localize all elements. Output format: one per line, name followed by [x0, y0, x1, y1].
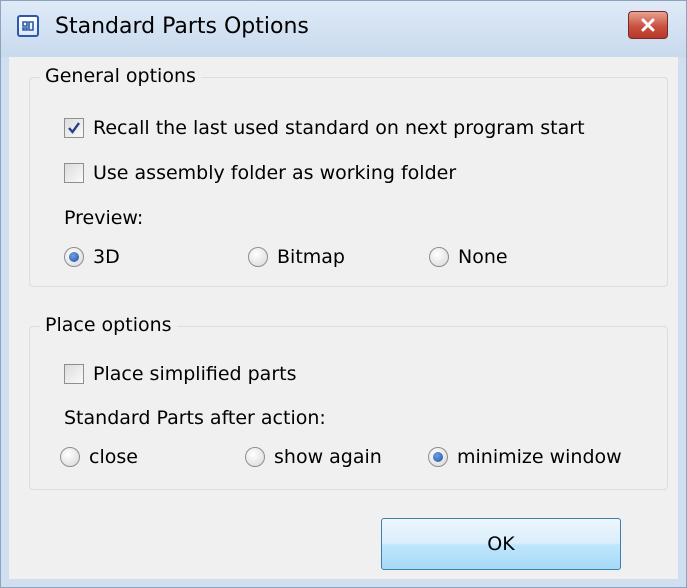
preview-none-label: None — [458, 246, 508, 268]
radio-selected-dot — [433, 452, 443, 462]
preview-option-3d[interactable]: 3D — [64, 244, 120, 270]
after-action-close-label: close — [89, 446, 138, 468]
general-options-legend: General options — [40, 65, 201, 87]
recall-last-standard-label: Recall the last used standard on next pr… — [93, 117, 585, 139]
after-action-show-again-radio[interactable] — [245, 447, 265, 467]
title-bar[interactable]: Standard Parts Options — [1, 1, 686, 57]
app-icon — [17, 15, 39, 37]
close-button[interactable] — [628, 11, 668, 39]
after-action-show-again-label: show again — [274, 446, 382, 468]
place-simplified-option[interactable]: Place simplified parts — [64, 361, 296, 387]
after-action-option-close[interactable]: close — [60, 444, 138, 470]
preview-option-none[interactable]: None — [429, 244, 508, 270]
place-simplified-checkbox[interactable] — [64, 364, 84, 384]
after-action-close-radio[interactable] — [60, 447, 80, 467]
options-dialog: Standard Parts Options General options R… — [0, 0, 687, 588]
preview-option-bitmap[interactable]: Bitmap — [248, 244, 345, 270]
preview-none-radio[interactable] — [429, 247, 449, 267]
preview-bitmap-label: Bitmap — [277, 246, 345, 268]
after-action-option-minimize-window[interactable]: minimize window — [428, 444, 622, 470]
preview-bitmap-radio[interactable] — [248, 247, 268, 267]
close-icon — [641, 18, 655, 32]
after-action-minimize-window-label: minimize window — [457, 446, 622, 468]
radio-selected-dot — [69, 252, 79, 262]
ok-button[interactable]: OK — [381, 518, 621, 570]
assembly-folder-option[interactable]: Use assembly folder as working folder — [64, 160, 456, 186]
assembly-folder-checkbox[interactable] — [64, 163, 84, 183]
window-title: Standard Parts Options — [55, 14, 309, 39]
preview-label: Preview: — [64, 207, 144, 229]
checkmark-icon — [68, 122, 80, 134]
after-action-minimize-window-radio[interactable] — [428, 447, 448, 467]
recall-last-standard-option[interactable]: Recall the last used standard on next pr… — [64, 115, 585, 141]
dialog-client-area: General options Recall the last used sta… — [9, 57, 678, 579]
after-action-label: Standard Parts after action: — [64, 407, 326, 429]
place-options-legend: Place options — [40, 314, 177, 336]
assembly-folder-label: Use assembly folder as working folder — [93, 162, 457, 184]
place-simplified-label: Place simplified parts — [93, 363, 297, 385]
place-options-group: Place options Place simplified parts Sta… — [29, 314, 668, 490]
general-options-group: General options Recall the last used sta… — [29, 65, 668, 287]
preview-3d-label: 3D — [93, 246, 120, 268]
preview-3d-radio[interactable] — [64, 247, 84, 267]
after-action-option-show-again[interactable]: show again — [245, 444, 382, 470]
recall-last-standard-checkbox[interactable] — [64, 118, 84, 138]
